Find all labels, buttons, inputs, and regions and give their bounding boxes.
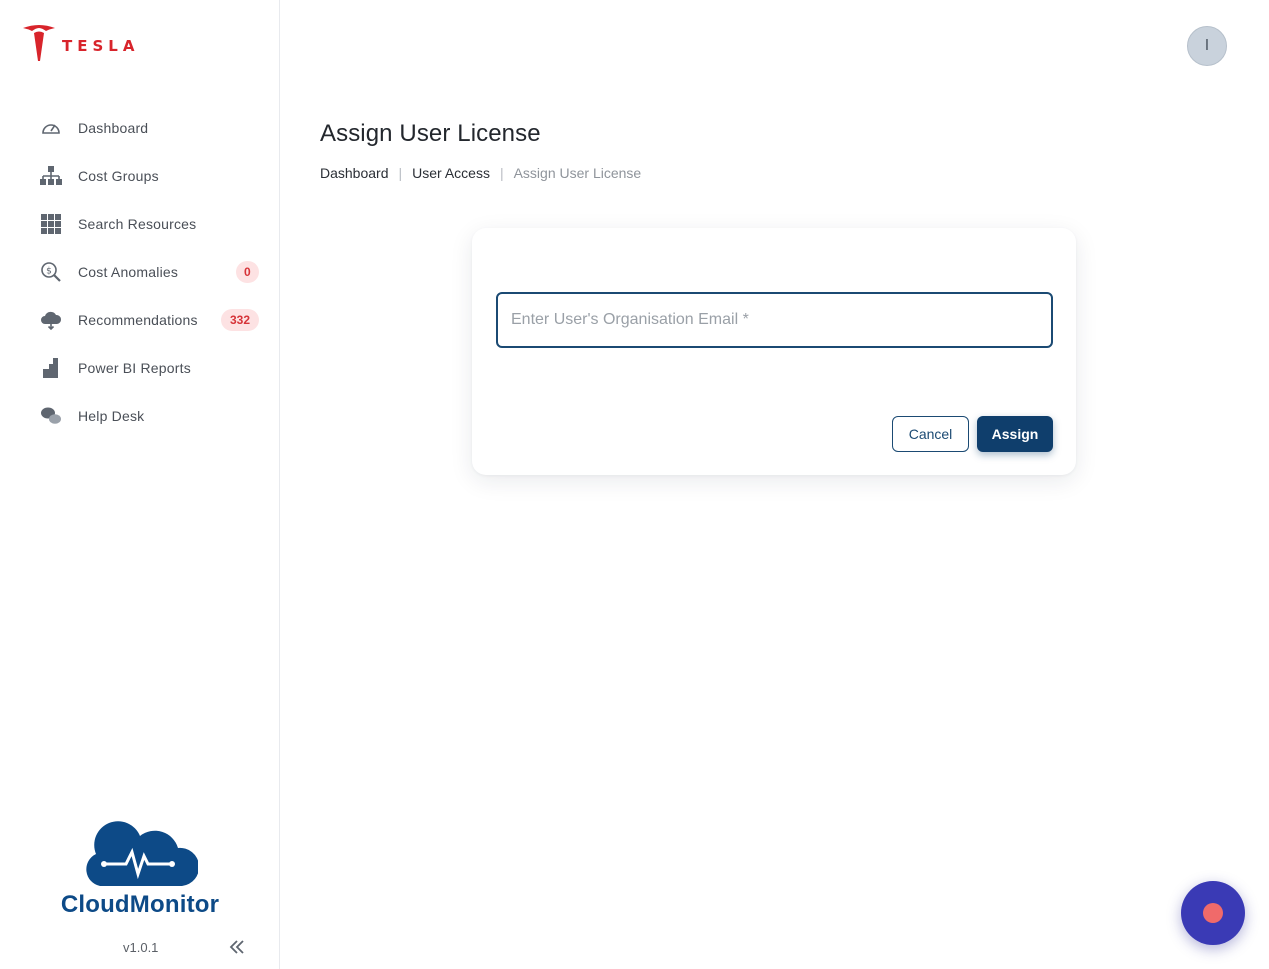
floating-action-button[interactable]: [1181, 881, 1245, 945]
email-field[interactable]: [496, 292, 1053, 348]
breadcrumb: Dashboard | User Access | Assign User Li…: [320, 165, 641, 181]
sidebar-item-label: Power BI Reports: [78, 360, 191, 376]
cloudmonitor-name: CloudMonitor: [60, 891, 220, 918]
breadcrumb-separator: |: [398, 165, 403, 181]
sidebar-item-label: Cost Anomalies: [78, 264, 179, 280]
assign-license-card: Cancel Assign: [472, 228, 1076, 475]
breadcrumb-user-access[interactable]: User Access: [412, 165, 490, 181]
tesla-t-icon: [23, 25, 55, 61]
sidebar-item-dashboard[interactable]: Dashboard: [0, 104, 280, 152]
assign-button[interactable]: Assign: [977, 416, 1053, 452]
sidebar: TESLA Dashboard Cost Groups Search Resou…: [0, 0, 280, 969]
sidebar-item-cost-anomalies[interactable]: $ Cost Anomalies 0: [0, 248, 280, 296]
hierarchy-icon: [40, 165, 62, 187]
version-label: v1.0.1: [123, 940, 159, 955]
breadcrumb-dashboard[interactable]: Dashboard: [320, 165, 389, 181]
sidebar-item-label: Dashboard: [78, 120, 149, 136]
breadcrumb-separator: |: [499, 165, 504, 181]
speedometer-icon: [40, 117, 62, 139]
cloudmonitor-logo: CloudMonitor: [56, 818, 224, 919]
tesla-logo[interactable]: TESLA: [22, 24, 139, 62]
svg-text:$: $: [46, 267, 52, 277]
sidebar-item-cost-groups[interactable]: Cost Groups: [0, 152, 280, 200]
sidebar-item-power-bi-reports[interactable]: Power BI Reports: [0, 344, 280, 392]
sidebar-item-search-resources[interactable]: Search Resources: [0, 200, 280, 248]
cancel-button[interactable]: Cancel: [892, 416, 969, 452]
recommendations-count-badge: 332: [221, 309, 259, 331]
sidebar-item-recommendations[interactable]: Recommendations 332: [0, 296, 280, 344]
collapse-sidebar-button[interactable]: [226, 936, 248, 958]
breadcrumb-current: Assign User License: [513, 165, 642, 181]
sidebar-item-label: Recommendations: [78, 312, 198, 328]
grid-icon: [40, 213, 62, 235]
double-chevron-left-icon: [229, 940, 244, 954]
sidebar-item-label: Help Desk: [78, 408, 145, 424]
sidebar-item-label: Search Resources: [78, 216, 197, 232]
chat-bubbles-icon: [40, 405, 62, 427]
sidebar-nav: Dashboard Cost Groups Search Resources $…: [0, 104, 280, 440]
cloud-download-icon: [40, 309, 62, 331]
sidebar-item-help-desk[interactable]: Help Desk: [0, 392, 280, 440]
user-avatar[interactable]: I: [1187, 26, 1227, 66]
anomalies-count-badge: 0: [236, 261, 259, 283]
record-dot-icon: [1203, 903, 1223, 923]
brand-name: TESLA: [62, 37, 140, 55]
cloud-pulse-icon: [86, 821, 200, 886]
page-title: Assign User License: [320, 120, 541, 147]
bar-chart-icon: [40, 357, 62, 379]
dollar-search-icon: $: [40, 261, 62, 283]
sidebar-item-label: Cost Groups: [78, 168, 159, 184]
